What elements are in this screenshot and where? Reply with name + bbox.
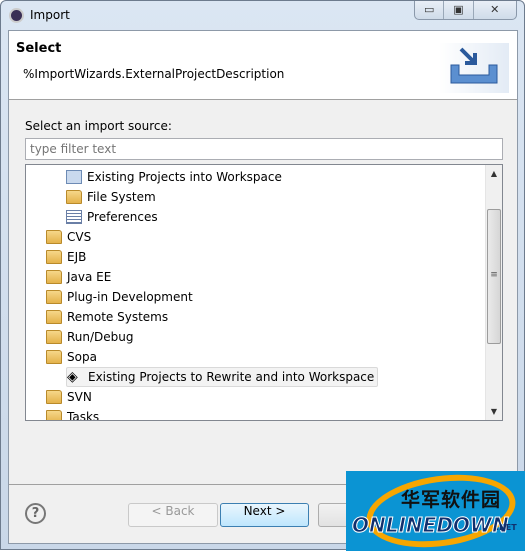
- tree-item[interactable]: File System: [66, 187, 156, 207]
- open-folder-icon: [46, 290, 62, 304]
- eclipse-app-icon: [9, 8, 24, 23]
- back-button[interactable]: < Back: [128, 503, 218, 527]
- preferences-icon: [66, 210, 82, 224]
- tree-item[interactable]: ◈ Existing Projects to Rewrite and into W…: [66, 367, 379, 387]
- tree-item[interactable]: Run/Debug: [46, 327, 134, 347]
- next-button[interactable]: Next >: [220, 503, 309, 527]
- tree-item-label: Sopa: [67, 350, 97, 364]
- tree-item[interactable]: Tasks: [46, 407, 100, 421]
- minimize-button[interactable]: ▭: [415, 1, 445, 19]
- wizard-header: Select %ImportWizards.ExternalProjectDes…: [9, 31, 517, 100]
- title-bar[interactable]: Import ▭ ▣ ✕: [1, 1, 524, 31]
- tree-item-label: Preferences: [87, 210, 158, 224]
- tree-item-label: File System: [87, 190, 156, 204]
- import-source-label: Select an import source:: [25, 119, 172, 133]
- import-source-tree: Tasks SVN ◈ Existing Projects to Rewrite an…: [25, 164, 503, 421]
- maximize-button[interactable]: ▣: [444, 1, 474, 19]
- tree-item-label: Existing Projects into Workspace: [87, 170, 282, 184]
- help-icon[interactable]: ?: [25, 503, 46, 524]
- folder-icon: [66, 190, 82, 204]
- watermark-english: ONLINEDOWN: [352, 513, 510, 538]
- tree-item[interactable]: SVN: [46, 387, 92, 407]
- page-title: Select: [16, 41, 62, 56]
- tree-item[interactable]: EJB: [46, 247, 86, 267]
- open-folder-icon: [46, 250, 62, 264]
- tree-item-label: Tasks: [67, 410, 100, 421]
- tree-item-label: Remote Systems: [67, 310, 169, 324]
- tree-item[interactable]: Existing Projects into Workspace: [66, 167, 282, 187]
- open-folder-icon: [46, 350, 62, 364]
- tree-item-label: SVN: [67, 390, 92, 404]
- watermark-net: .NET: [496, 523, 517, 532]
- vertical-scrollbar[interactable]: ▲ ≡ ▼: [485, 165, 502, 420]
- tree-item-label: Java EE: [67, 270, 112, 284]
- open-folder-icon: [46, 330, 62, 344]
- tree-item-label: Run/Debug: [67, 330, 134, 344]
- sopa-icon: ◈: [67, 369, 78, 385]
- watermark-chinese: 华军软件园: [401, 489, 502, 511]
- open-folder-icon: [46, 410, 62, 420]
- dialog-body: Select %ImportWizards.ExternalProjectDes…: [8, 30, 518, 544]
- scroll-thumb[interactable]: ≡: [487, 209, 501, 344]
- project-icon: [66, 170, 82, 184]
- page-description: %ImportWizards.ExternalProjectDescriptio…: [23, 67, 285, 81]
- open-folder-icon: [46, 310, 62, 324]
- filter-input[interactable]: [25, 138, 503, 160]
- import-wizard-icon: [439, 43, 509, 93]
- onlinedown-watermark-logo: 华军软件园 ONLINEDOWN .NET: [346, 471, 525, 551]
- tree-item[interactable]: Java EE: [46, 267, 111, 287]
- import-dialog: Import ▭ ▣ ✕ Select %ImportWizards.Exter…: [0, 0, 525, 551]
- open-folder-icon: [46, 230, 62, 244]
- open-folder-icon: [46, 270, 62, 284]
- tree-item[interactable]: Sopa: [46, 347, 97, 367]
- tree-item[interactable]: Preferences: [66, 207, 158, 227]
- tree-item-label: CVS: [67, 230, 92, 244]
- open-folder-icon: [46, 390, 62, 404]
- scroll-down-button[interactable]: ▼: [486, 403, 502, 420]
- tree-item-label: Existing Projects to Rewrite and into Wo…: [88, 370, 375, 384]
- tree-item-label: EJB: [67, 250, 87, 264]
- tree-item[interactable]: Plug-in Development: [46, 287, 193, 307]
- tree-item[interactable]: Remote Systems: [46, 307, 168, 327]
- window-title: Import: [30, 8, 70, 22]
- scroll-up-button[interactable]: ▲: [486, 165, 502, 182]
- close-button[interactable]: ✕: [474, 1, 516, 19]
- tree-item[interactable]: CVS: [46, 227, 91, 247]
- tree-item-label: Plug-in Development: [67, 290, 193, 304]
